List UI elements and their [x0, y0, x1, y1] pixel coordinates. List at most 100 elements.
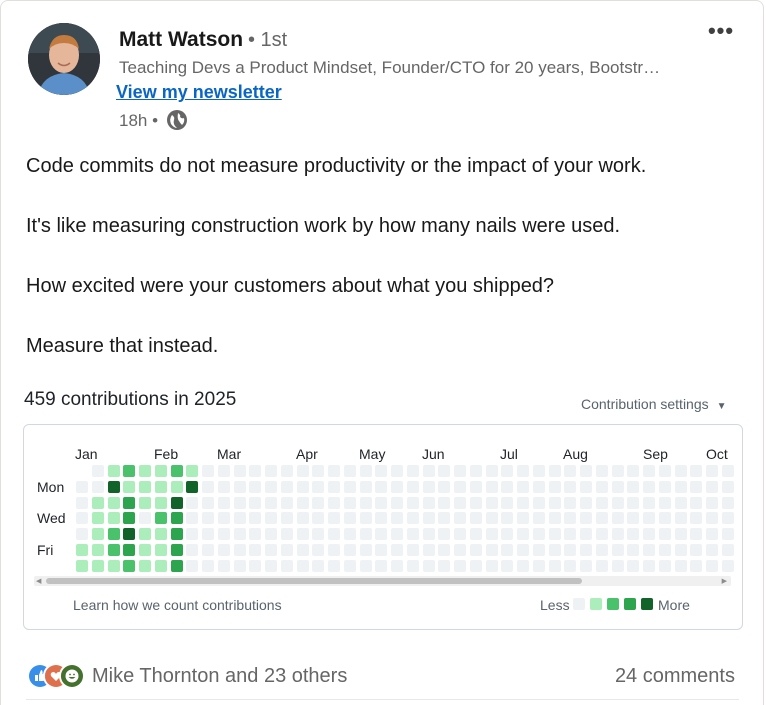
- contribution-cell[interactable]: [501, 465, 513, 477]
- contribution-cell[interactable]: [139, 465, 151, 477]
- contribution-cell[interactable]: [155, 560, 167, 572]
- contribution-cell[interactable]: [470, 497, 482, 509]
- contribution-cell[interactable]: [76, 497, 88, 509]
- contribution-cell[interactable]: [391, 560, 403, 572]
- contribution-cell[interactable]: [690, 528, 702, 540]
- contribution-cell[interactable]: [612, 512, 624, 524]
- contribution-cell[interactable]: [344, 544, 356, 556]
- contribution-cell[interactable]: [596, 512, 608, 524]
- contribution-cell[interactable]: [265, 497, 277, 509]
- contribution-cell[interactable]: [375, 465, 387, 477]
- contribution-cell[interactable]: [549, 544, 561, 556]
- contribution-cell[interactable]: [470, 481, 482, 493]
- contribution-cell[interactable]: [123, 544, 135, 556]
- contribution-cell[interactable]: [108, 528, 120, 540]
- contribution-cell[interactable]: [249, 528, 261, 540]
- contribution-cell[interactable]: [659, 465, 671, 477]
- contribution-cell[interactable]: [690, 481, 702, 493]
- contribution-cell[interactable]: [281, 481, 293, 493]
- contribution-cell[interactable]: [92, 497, 104, 509]
- contribution-cell[interactable]: [454, 512, 466, 524]
- contribution-cell[interactable]: [249, 465, 261, 477]
- contribution-cell[interactable]: [171, 512, 183, 524]
- scroll-left-icon[interactable]: ◀: [36, 577, 41, 585]
- contribution-cell[interactable]: [202, 528, 214, 540]
- contribution-cell[interactable]: [312, 512, 324, 524]
- contribution-cell[interactable]: [249, 560, 261, 572]
- contribution-cell[interactable]: [470, 512, 482, 524]
- contribution-cell[interactable]: [108, 465, 120, 477]
- contribution-cell[interactable]: [202, 497, 214, 509]
- contribution-cell[interactable]: [438, 560, 450, 572]
- contribution-cell[interactable]: [612, 481, 624, 493]
- contribution-cell[interactable]: [202, 560, 214, 572]
- contribution-cell[interactable]: [486, 512, 498, 524]
- contribution-cell[interactable]: [438, 465, 450, 477]
- contribution-cell[interactable]: [234, 465, 246, 477]
- contribution-cell[interactable]: [596, 465, 608, 477]
- contribution-cell[interactable]: [580, 512, 592, 524]
- contribution-cell[interactable]: [612, 560, 624, 572]
- contribution-cell[interactable]: [171, 528, 183, 540]
- contribution-cell[interactable]: [722, 512, 734, 524]
- contribution-cell[interactable]: [722, 481, 734, 493]
- contribution-cell[interactable]: [218, 560, 230, 572]
- contribution-cell[interactable]: [675, 528, 687, 540]
- contribution-cell[interactable]: [108, 512, 120, 524]
- contribution-cell[interactable]: [564, 544, 576, 556]
- contribution-cell[interactable]: [549, 560, 561, 572]
- contribution-cell[interactable]: [517, 465, 529, 477]
- contribution-cell[interactable]: [360, 528, 372, 540]
- contribution-cell[interactable]: [533, 560, 545, 572]
- contribution-cell[interactable]: [344, 528, 356, 540]
- contribution-cell[interactable]: [612, 497, 624, 509]
- contribution-cell[interactable]: [517, 544, 529, 556]
- contribution-cell[interactable]: [438, 497, 450, 509]
- contribution-cell[interactable]: [328, 497, 340, 509]
- contribution-cell[interactable]: [202, 512, 214, 524]
- contribution-cell[interactable]: [659, 481, 671, 493]
- contribution-cell[interactable]: [155, 512, 167, 524]
- contribution-cell[interactable]: [265, 544, 277, 556]
- contribution-cell[interactable]: [155, 497, 167, 509]
- contribution-cell[interactable]: [281, 512, 293, 524]
- contribution-cell[interactable]: [612, 465, 624, 477]
- contribution-cell[interactable]: [706, 465, 718, 477]
- contribution-cell[interactable]: [407, 497, 419, 509]
- contribution-cell[interactable]: [407, 528, 419, 540]
- reactors-link[interactable]: Mike Thornton and 23 others: [92, 665, 347, 688]
- contribution-cell[interactable]: [360, 465, 372, 477]
- contribution-cell[interactable]: [659, 544, 671, 556]
- contribution-cell[interactable]: [549, 528, 561, 540]
- contribution-cell[interactable]: [627, 481, 639, 493]
- contribution-cell[interactable]: [92, 528, 104, 540]
- contribution-cell[interactable]: [454, 560, 466, 572]
- contribution-cell[interactable]: [643, 481, 655, 493]
- contribution-cell[interactable]: [123, 512, 135, 524]
- contribution-cell[interactable]: [391, 481, 403, 493]
- contribution-cell[interactable]: [501, 512, 513, 524]
- contribution-cell[interactable]: [360, 512, 372, 524]
- contribution-cell[interactable]: [454, 465, 466, 477]
- contribution-cell[interactable]: [407, 465, 419, 477]
- contribution-cell[interactable]: [234, 560, 246, 572]
- contribution-cell[interactable]: [454, 528, 466, 540]
- contribution-cell[interactable]: [265, 528, 277, 540]
- contribution-cell[interactable]: [218, 544, 230, 556]
- contribution-cell[interactable]: [249, 497, 261, 509]
- contribution-cell[interactable]: [690, 560, 702, 572]
- contribution-cell[interactable]: [722, 560, 734, 572]
- contribution-cell[interactable]: [706, 544, 718, 556]
- contribution-cell[interactable]: [533, 465, 545, 477]
- contribution-cell[interactable]: [517, 497, 529, 509]
- contribution-cell[interactable]: [659, 560, 671, 572]
- contribution-cell[interactable]: [265, 481, 277, 493]
- contribution-cell[interactable]: [123, 481, 135, 493]
- contribution-cell[interactable]: [360, 481, 372, 493]
- contribution-cell[interactable]: [533, 512, 545, 524]
- contribution-cell[interactable]: [675, 544, 687, 556]
- contribution-cell[interactable]: [596, 560, 608, 572]
- contribution-cell[interactable]: [438, 481, 450, 493]
- contribution-cell[interactable]: [186, 465, 198, 477]
- contribution-cell[interactable]: [423, 465, 435, 477]
